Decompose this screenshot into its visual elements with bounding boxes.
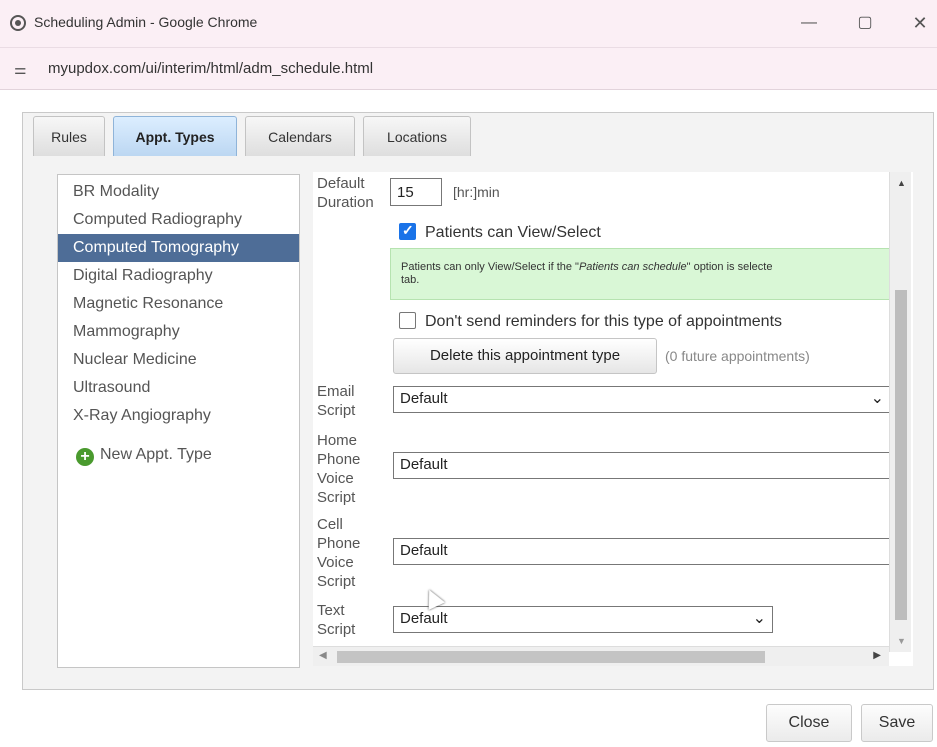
url-text[interactable]: myupdox.com/ui/interim/html/adm_schedule…: [48, 60, 373, 77]
chevron-down-icon: ⌄: [752, 610, 766, 627]
list-item-selected[interactable]: Computed Tomography: [58, 234, 299, 262]
save-button[interactable]: Save: [861, 704, 933, 742]
tune-icon[interactable]: ⚌: [14, 61, 27, 78]
duration-unit: [hr:]min: [453, 184, 500, 200]
scroll-up-arrow-icon[interactable]: ▲: [897, 178, 906, 188]
default-duration-input[interactable]: [390, 178, 442, 206]
chevron-down-icon: ⌄: [870, 390, 884, 407]
horizontal-scroll-thumb[interactable]: [337, 651, 765, 663]
vertical-scrollbar[interactable]: ▲ ▼: [889, 172, 911, 652]
horizontal-scrollbar[interactable]: ◀ ▶: [313, 646, 889, 666]
delete-appt-type-button[interactable]: Delete this appointment type: [393, 338, 657, 374]
cell-phone-script-value: Default: [400, 542, 448, 559]
new-appt-type-link[interactable]: + New Appt. Type: [76, 444, 212, 466]
maximize-icon[interactable]: ▢: [845, 8, 885, 38]
new-appt-type-label: New Appt. Type: [100, 446, 212, 463]
chrome-app-icon: [10, 15, 26, 31]
home-phone-script-value: Default: [400, 456, 448, 473]
list-item[interactable]: X-Ray Angiography: [58, 402, 299, 430]
tab-calendars[interactable]: Calendars: [245, 116, 355, 156]
scroll-down-arrow-icon[interactable]: ▼: [897, 636, 906, 646]
tab-appt-types[interactable]: Appt. Types: [113, 116, 237, 156]
scroll-left-arrow-icon[interactable]: ◀: [319, 650, 327, 661]
cell-phone-script-select[interactable]: Default: [393, 538, 891, 565]
home-phone-script-select[interactable]: Default: [393, 452, 891, 479]
appt-type-list: BR Modality Computed Radiography Compute…: [57, 174, 300, 668]
home-phone-script-label: Home Phone Voice Script: [317, 432, 361, 506]
minimize-icon[interactable]: —: [789, 8, 829, 38]
list-item[interactable]: Ultrasound: [58, 374, 299, 402]
email-script-label: Email Script: [317, 383, 356, 419]
tab-locations[interactable]: Locations: [363, 116, 471, 156]
tab-rules[interactable]: Rules: [33, 116, 105, 156]
list-item[interactable]: Mammography: [58, 318, 299, 346]
list-item[interactable]: Computed Radiography: [58, 206, 299, 234]
info-notice: Patients can only View/Select if the "Pa…: [390, 248, 901, 300]
list-item[interactable]: Magnetic Resonance: [58, 290, 299, 318]
email-script-value: Default: [400, 390, 448, 407]
appt-type-details: DefaultDuration [hr:]min Patients can Vi…: [313, 172, 913, 666]
cell-phone-script-label: Cell Phone Voice Script: [317, 516, 361, 590]
list-item[interactable]: Nuclear Medicine: [58, 346, 299, 374]
window-title: Scheduling Admin - Google Chrome: [34, 14, 258, 30]
list-item[interactable]: BR Modality: [58, 178, 299, 206]
vertical-scroll-thumb[interactable]: [895, 290, 907, 620]
add-circle-icon: +: [76, 448, 94, 466]
no-reminders-checkbox[interactable]: [399, 312, 416, 329]
future-appointments-count: (0 future appointments): [665, 348, 810, 364]
text-script-value: Default: [400, 610, 448, 627]
default-duration-label: Default Duration: [317, 175, 374, 211]
text-script-label: Text Script: [317, 602, 356, 638]
patients-can-view-checkbox[interactable]: [399, 222, 416, 240]
no-reminders-label: Don't send reminders for this type of ap…: [425, 313, 783, 330]
close-button[interactable]: Close: [766, 704, 852, 742]
text-script-select[interactable]: Default ⌄: [393, 606, 773, 633]
email-script-select[interactable]: Default ⌄: [393, 386, 891, 413]
scroll-right-arrow-icon[interactable]: ▶: [873, 650, 881, 661]
patients-can-view-label: Patients can View/Select: [425, 224, 601, 241]
address-bar: ⚌ myupdox.com/ui/interim/html/adm_schedu…: [0, 48, 937, 90]
list-item[interactable]: Digital Radiography: [58, 262, 299, 290]
close-icon[interactable]: ✕: [900, 8, 937, 38]
window-title-bar: Scheduling Admin - Google Chrome — ▢ ✕: [0, 0, 937, 48]
